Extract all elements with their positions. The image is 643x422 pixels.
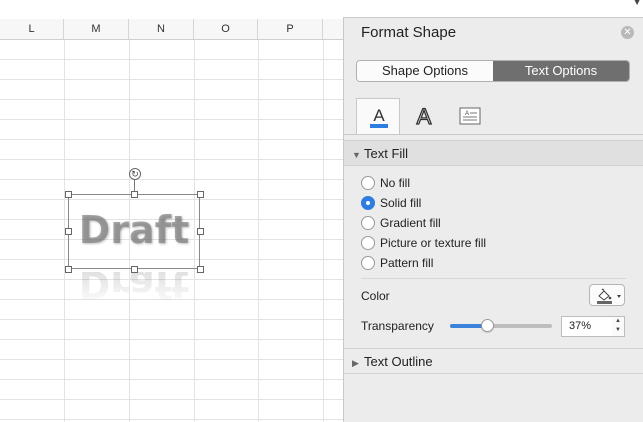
grid-row-line	[0, 399, 343, 400]
column-header-l[interactable]: L	[0, 19, 64, 39]
text-fill-section-header[interactable]: ▼ Text Fill	[344, 140, 643, 166]
transparency-input[interactable]: 37%	[561, 316, 613, 337]
grid-row-line	[0, 279, 343, 280]
pattern-fill-label: Pattern fill	[380, 256, 434, 270]
grid-row-line	[0, 179, 343, 180]
fill-option-solid-fill[interactable]: Solid fill	[361, 194, 421, 212]
column-header-n[interactable]: N	[129, 19, 194, 39]
textbox-glyph: A	[465, 111, 469, 117]
grid-row-line	[0, 419, 343, 420]
text-effects-icon: A	[416, 103, 432, 129]
wordart-shape[interactable]: Draft	[68, 194, 200, 269]
triangle-right-icon: ▶	[352, 358, 359, 368]
stepper-down-icon[interactable]: ▼	[612, 326, 624, 335]
tab-text-fill-outline[interactable]: A	[356, 98, 400, 134]
tab-text-effects[interactable]: A	[402, 98, 446, 134]
format-shape-panel: Format Shape ✕ Shape Options Text Option…	[343, 18, 643, 422]
dropdown-arrow-icon[interactable]: ▼	[632, 0, 642, 8]
tabs-divider	[344, 134, 643, 135]
grid-row-line	[0, 139, 343, 140]
radio-picture-fill[interactable]	[361, 235, 375, 250]
rotate-handle-icon[interactable]: ↻	[129, 168, 141, 180]
fill-option-pattern-fill[interactable]: Pattern fill	[361, 254, 433, 272]
radio-solid-fill[interactable]	[361, 195, 375, 210]
resize-handle-bottom-left[interactable]	[65, 266, 72, 273]
fill-divider	[361, 278, 626, 279]
solid-fill-label: Solid fill	[380, 196, 422, 210]
text-outline-label: Text Outline	[364, 354, 433, 369]
fill-option-gradient-fill[interactable]: Gradient fill	[361, 214, 441, 232]
fill-option-no-fill[interactable]: No fill	[361, 174, 410, 192]
gradient-fill-label: Gradient fill	[380, 216, 441, 230]
transparency-slider-thumb[interactable]	[481, 319, 495, 332]
paint-bucket-icon	[597, 288, 621, 304]
text-outline-section-header[interactable]: ▶ Text Outline	[344, 348, 643, 374]
radio-gradient-fill[interactable]	[361, 215, 375, 230]
shape-options-button[interactable]: Shape Options	[357, 61, 493, 81]
panel-title: Format Shape	[361, 24, 457, 41]
picture-fill-label: Picture or texture fill	[380, 236, 487, 250]
spreadsheet[interactable]: L M N O P Draft ↻ Draft	[0, 0, 343, 422]
resize-handle-bottom[interactable]	[131, 266, 138, 273]
column-header-m[interactable]: M	[64, 19, 129, 39]
resize-handle-top-right[interactable]	[197, 191, 204, 198]
color-label: Color	[361, 289, 390, 303]
grid-row-line	[0, 159, 343, 160]
tab-textbox[interactable]: A	[448, 98, 492, 134]
text-options-button[interactable]: Text Options	[493, 61, 629, 81]
text-fill-label: Text Fill	[364, 146, 409, 161]
text-effects-glyph: A	[417, 104, 432, 129]
close-icon[interactable]: ✕	[621, 26, 634, 39]
stepper-up-icon[interactable]: ▲	[612, 317, 624, 326]
grid-column-line	[258, 40, 259, 422]
grid-row-line	[0, 99, 343, 100]
grid-row-line	[0, 379, 343, 380]
resize-handle-bottom-right[interactable]	[197, 266, 204, 273]
shape-text[interactable]: Draft	[69, 208, 199, 252]
color-picker-button[interactable]	[589, 284, 625, 306]
grid-row-line	[0, 59, 343, 60]
grid-row-line	[0, 319, 343, 320]
resize-handle-top[interactable]	[131, 191, 138, 198]
resize-handle-top-left[interactable]	[65, 191, 72, 198]
transparency-stepper[interactable]: ▲ ▼	[612, 316, 625, 337]
textbox-icon: A	[459, 107, 481, 125]
radio-pattern-fill[interactable]	[361, 255, 375, 270]
grid-row-line	[0, 299, 343, 300]
text-fill-glyph: A	[373, 106, 385, 125]
transparency-slider[interactable]	[450, 319, 552, 332]
text-options-tabs: A A A	[356, 98, 636, 134]
grid-row-line	[0, 339, 343, 340]
fill-option-picture-fill[interactable]: Picture or texture fill	[361, 234, 486, 252]
grid-row-line	[0, 359, 343, 360]
options-segmented-control: Shape Options Text Options	[356, 60, 630, 82]
text-fill-outline-icon: A	[370, 106, 388, 128]
no-fill-label: No fill	[380, 176, 411, 190]
resize-handle-left[interactable]	[65, 228, 72, 235]
triangle-down-icon: ▼	[352, 150, 361, 160]
transparency-label: Transparency	[361, 319, 434, 333]
resize-handle-right[interactable]	[197, 228, 204, 235]
grid-row-line	[0, 119, 343, 120]
radio-no-fill[interactable]	[361, 175, 375, 190]
column-headers: L M N O P	[0, 19, 343, 40]
column-header-o[interactable]: O	[194, 19, 258, 39]
column-header-p[interactable]: P	[258, 19, 323, 39]
grid-column-line	[323, 40, 324, 422]
grid-row-line	[0, 79, 343, 80]
